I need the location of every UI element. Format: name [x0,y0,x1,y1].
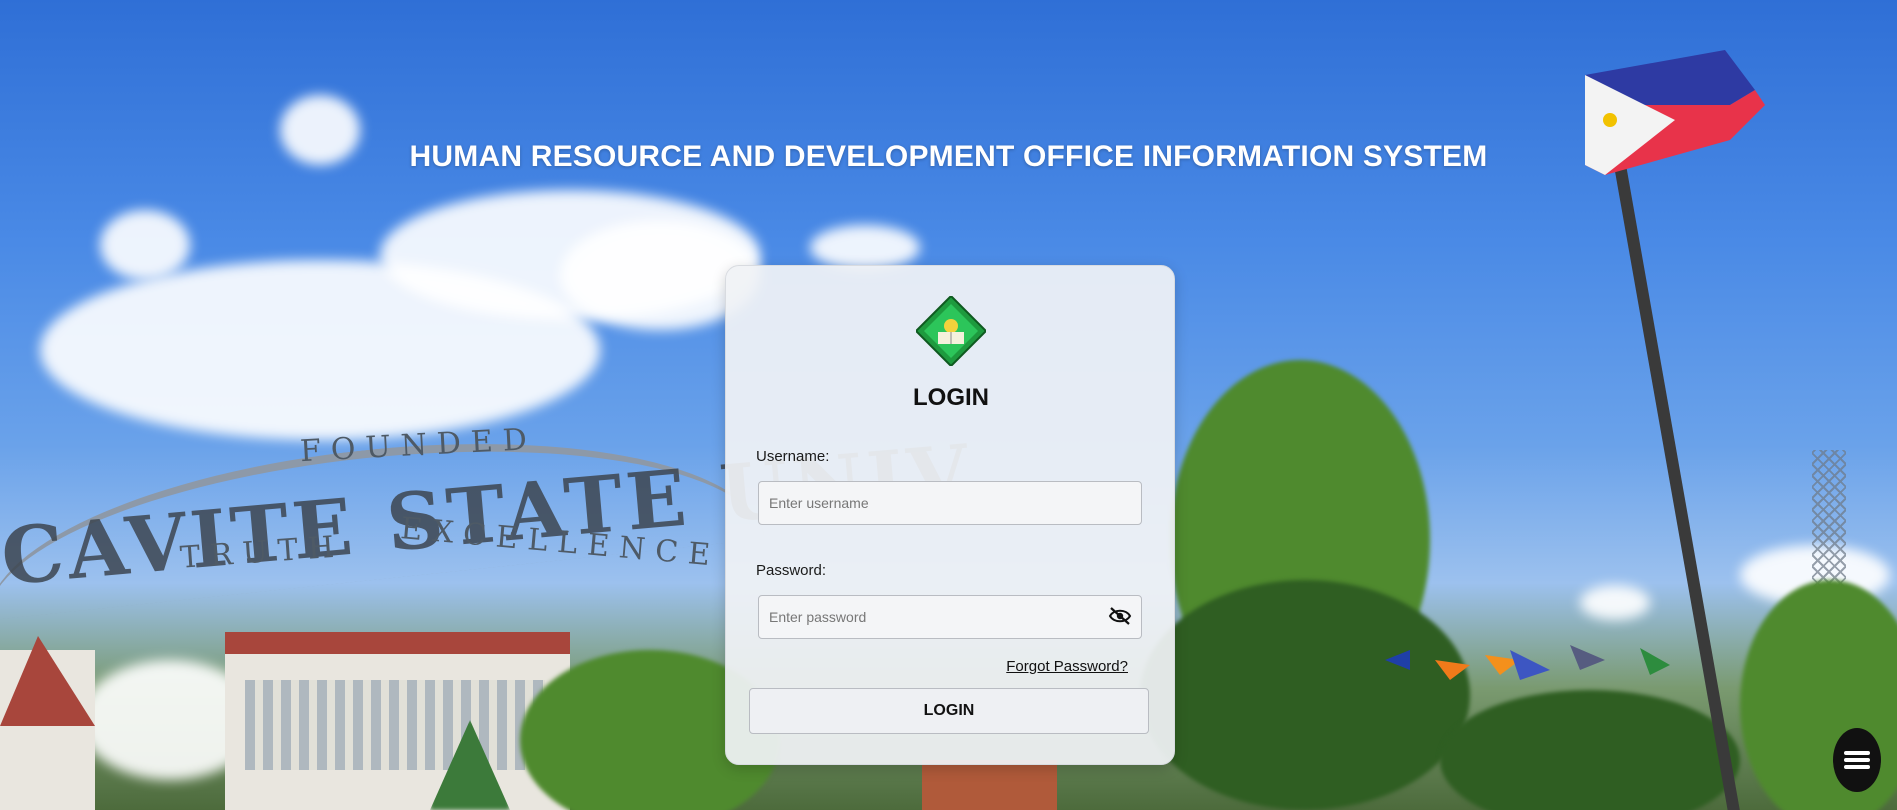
forgot-password-link[interactable]: Forgot Password? [1006,658,1128,675]
university-seal-logo [916,296,986,366]
cloud [100,210,190,280]
cloud [1580,585,1650,620]
building-roof [0,636,95,726]
building-center [225,632,570,810]
building-roof [225,632,570,654]
username-label: Username: [756,448,830,465]
eye-slash-icon[interactable] [1108,606,1132,626]
username-input[interactable] [758,481,1142,525]
cloud [810,225,920,270]
password-label: Password: [756,562,827,579]
building-windows [245,680,545,770]
small-flags [1385,645,1670,680]
password-input[interactable] [758,595,1142,639]
login-heading: LOGIN [913,384,989,411]
hamburger-menu-icon[interactable] [1833,728,1881,792]
building-left [0,636,95,810]
page-title: HUMAN RESOURCE AND DEVELOPMENT OFFICE IN… [409,140,1488,173]
login-button[interactable]: LOGIN [749,688,1149,734]
brick-pillar [922,760,1057,810]
login-card: LOGIN Username: Password: Forgot Passwor… [725,265,1175,765]
menu-lines [1844,748,1870,772]
